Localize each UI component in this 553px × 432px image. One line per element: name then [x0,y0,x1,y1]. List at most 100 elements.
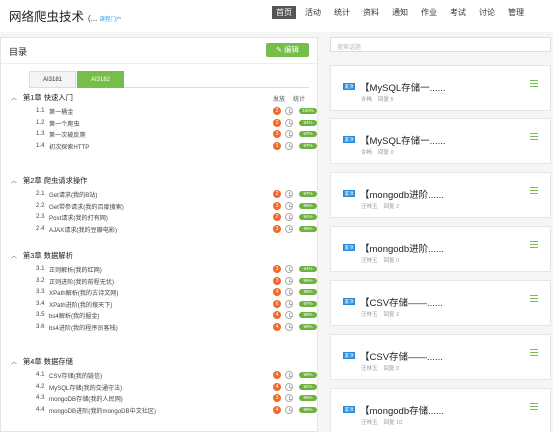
lesson-title[interactable]: mongoDB进阶(我的mongoDB中文社区) [49,406,156,415]
chapter-header[interactable]: ︿ 第4章 数据存储 [11,357,311,369]
completion-badge[interactable]: 99% [299,395,317,402]
completion-badge[interactable]: 99% [299,202,317,209]
menu-icon[interactable] [530,133,538,142]
chapter-header[interactable]: ︿ 第1章 快速入门 发放 统计 [11,93,311,105]
lesson-row[interactable]: 3.4 XPath进阶(我的搜天下) 6 97% [11,298,317,310]
clock-icon[interactable] [285,118,293,127]
publish-count-badge[interactable]: 4 [273,322,281,331]
lesson-title[interactable]: bs4解析(我的掘金) [49,311,99,320]
completion-badge[interactable]: 94% [299,119,317,126]
menu-icon[interactable] [530,403,538,412]
publish-count-badge[interactable]: 3 [273,130,281,139]
lesson-title[interactable]: MySQL存储(我的交通守法) [49,383,122,392]
topic-card[interactable]: 置顶 【CSV存储——...... 汪林玉 回复 0 [330,334,551,380]
lesson-row[interactable]: 1.3 第一次被反爬 3 97% [11,128,317,140]
lesson-row[interactable]: 3.3 XPath解析(我的古诗文网) 4 95% [11,286,317,298]
clock-icon[interactable] [285,322,293,331]
clock-icon[interactable] [285,311,293,320]
nav-notices[interactable]: 通知 [388,6,412,19]
publish-count-badge[interactable]: 3 [273,265,281,273]
lesson-title[interactable]: 正则解析(我的红网) [49,265,102,274]
clock-icon[interactable] [285,394,293,403]
lesson-row[interactable]: 4.2 MySQL存储(我的交通守法) 4 92% [11,381,317,393]
lesson-row[interactable]: 4.1 CSV存储(我的链信) 4 99% [11,369,317,381]
nav-stats[interactable]: 统计 [330,6,354,19]
nav-materials[interactable]: 资料 [359,6,383,19]
publish-count-badge[interactable]: 4 [273,405,281,414]
menu-icon[interactable] [530,80,538,89]
menu-icon[interactable] [530,241,538,250]
completion-badge[interactable]: 97% [299,142,317,149]
lesson-row[interactable]: 4.4 mongoDB进阶(我的mongoDB中文社区) 4 99% [11,404,317,416]
clock-icon[interactable] [285,141,293,150]
chapter-header[interactable]: ︿ 第3章 数据解析 [11,251,311,263]
chevron-up-icon[interactable]: ︿ [11,360,17,366]
completion-badge[interactable]: 99% [299,323,317,330]
course-logo[interactable]: 网络爬虫技术 (... 课程门户 [9,6,121,25]
topic-card[interactable]: 置顶 【mongodb进阶...... 汪林玉 回复 0 [330,226,551,272]
lesson-row[interactable]: 2.3 Post请求(我的打有网) 2 94% [11,211,317,223]
edit-button[interactable]: ✎ 编辑 [266,43,309,57]
clock-icon[interactable] [285,265,293,273]
clock-icon[interactable] [285,213,293,222]
completion-badge[interactable]: 94% [299,214,317,221]
lesson-title[interactable]: 正则进阶(我的前程无忧) [49,277,114,286]
publish-count-badge[interactable]: 4 [273,311,281,320]
chevron-up-icon[interactable]: ︿ [11,179,17,185]
completion-badge[interactable]: 97% [299,131,317,138]
clock-icon[interactable] [285,130,293,139]
chevron-up-icon[interactable]: ︿ [11,254,17,260]
topic-card[interactable]: 置顶 【mongodb进阶...... 汪林玉 回复 2 [330,172,551,218]
lesson-title[interactable]: 第一次被反爬 [49,130,86,139]
topic-title[interactable]: 【mongodb进阶...... [360,187,444,201]
menu-icon[interactable] [530,349,538,358]
topic-card[interactable]: 置顶 【MySQL存储一...... 许畅 回复 5 [330,65,551,111]
nav-activity[interactable]: 活动 [301,6,325,19]
publish-count-badge[interactable]: 3 [273,224,281,233]
publish-count-badge[interactable]: 3 [273,394,281,403]
topic-card[interactable]: 置顶 【MySQL存储一...... 许畅 回复 0 [330,118,551,164]
lesson-row[interactable]: 3.6 bs4进阶(我的程序员客栈) 4 99% [11,321,317,333]
lesson-row[interactable]: 2.4 AJAX请求(我的豆瓣电影) 3 95% [11,223,317,235]
completion-badge[interactable]: 97% [299,300,317,307]
chapter-header[interactable]: ︿ 第2章 爬虫请求操作 [11,176,311,188]
nav-manage[interactable]: 管理 [504,6,528,19]
lesson-title[interactable]: Get请求(我的B站) [49,190,97,199]
publish-count-badge[interactable]: 2 [273,118,281,127]
menu-icon[interactable] [530,295,538,304]
lesson-title[interactable]: 第一桶金 [49,107,73,116]
topic-card[interactable]: 置顶 【mongodb存储...... 汪林玉 回复 10 [330,388,551,432]
lesson-title[interactable]: AJAX请求(我的豆瓣电影) [49,225,117,234]
publish-count-badge[interactable]: 2 [273,107,281,115]
publish-count-badge[interactable]: 4 [273,371,281,379]
completion-badge[interactable]: 95% [299,225,317,232]
publish-count-badge[interactable]: 4 [273,288,281,297]
clock-icon[interactable] [285,371,293,379]
lesson-row[interactable]: 3.5 bs4解析(我的掘金) 4 99% [11,309,317,321]
clock-icon[interactable] [285,190,293,198]
publish-count-badge[interactable]: 2 [273,213,281,222]
completion-badge[interactable]: 97% [299,191,317,197]
clock-icon[interactable] [285,382,293,391]
topic-title[interactable]: 【MySQL存储一...... [360,133,446,147]
lesson-title[interactable]: 初次探索HTTP [49,142,89,151]
lesson-title[interactable]: XPath解析(我的古诗文网) [49,288,118,297]
topic-title[interactable]: 【mongodb存储...... [360,403,444,417]
menu-icon[interactable] [530,187,538,196]
completion-badge[interactable]: 99% [299,277,317,284]
lesson-row[interactable]: 1.2 第一个爬虫 2 94% [11,117,317,129]
publish-count-badge[interactable]: 3 [273,201,281,210]
lesson-title[interactable]: XPath进阶(我的搜天下) [49,300,112,309]
nav-discussion[interactable]: 讨论 [475,6,499,19]
tab-ai3181[interactable]: AI3181 [29,71,76,88]
nav-homework[interactable]: 作业 [417,6,441,19]
lesson-title[interactable]: Get带参请求(我的百度搜索) [49,202,124,211]
clock-icon[interactable] [285,276,293,285]
publish-count-badge[interactable]: 4 [273,382,281,391]
lesson-row[interactable]: 4.3 mongoDB存储(我的人民网) 3 99% [11,392,317,404]
publish-count-badge[interactable]: 6 [273,299,281,308]
publish-count-badge[interactable]: 3 [273,141,281,150]
clock-icon[interactable] [285,299,293,308]
publish-count-badge[interactable]: 2 [273,190,281,198]
lesson-row[interactable]: 1.4 初次探索HTTP 3 97% [11,140,317,152]
